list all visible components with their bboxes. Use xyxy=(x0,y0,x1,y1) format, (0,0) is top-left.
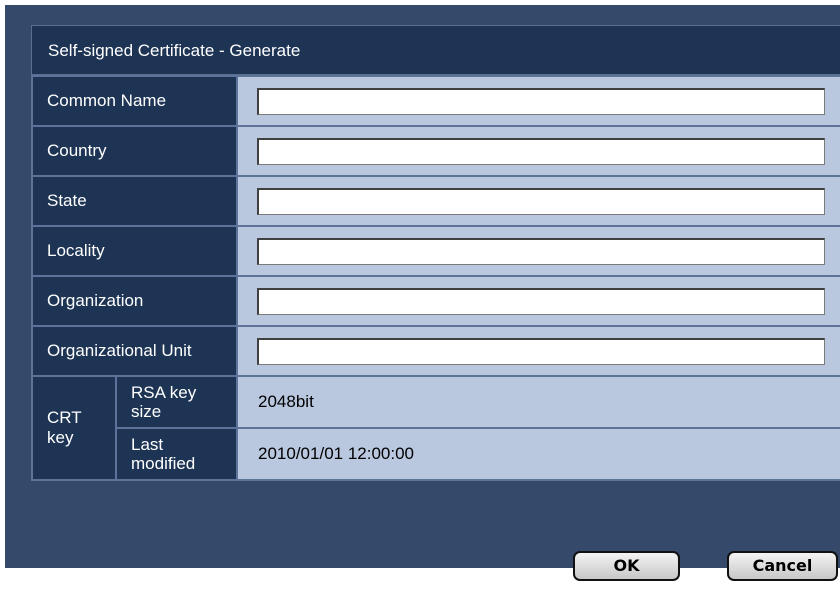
ok-button[interactable]: OK xyxy=(573,551,680,581)
organization-input[interactable] xyxy=(257,287,826,315)
crt-key-label-line1: CRT xyxy=(47,408,82,427)
organizational-unit-label: Organizational Unit xyxy=(30,325,239,377)
locality-cell xyxy=(236,225,840,277)
organizational-unit-cell xyxy=(236,325,840,377)
last-modified-value: 2010/01/01 12:00:00 xyxy=(236,427,840,481)
rsa-key-size-label-line2: size xyxy=(131,402,162,421)
rsa-key-size-label-line1: RSA key xyxy=(131,383,197,402)
common-name-cell xyxy=(236,75,840,127)
country-input[interactable] xyxy=(257,137,826,165)
last-modified-label-line2: modified xyxy=(131,454,196,473)
country-label: Country xyxy=(30,125,239,177)
form-row-state: State xyxy=(30,175,840,227)
organization-cell xyxy=(236,275,840,327)
last-modified-label: Last modified xyxy=(114,427,239,481)
cancel-button[interactable]: Cancel xyxy=(727,551,838,581)
form-row-organizational-unit: Organizational Unit xyxy=(30,325,840,377)
dialog-title: Self-signed Certificate - Generate xyxy=(31,25,840,75)
crt-key-label: CRT key xyxy=(31,375,117,481)
locality-input[interactable] xyxy=(257,237,826,265)
common-name-label: Common Name xyxy=(30,75,239,127)
rsa-key-size-label: RSA key size xyxy=(114,375,239,429)
form-row-common-name: Common Name xyxy=(30,75,840,127)
common-name-input[interactable] xyxy=(257,87,826,115)
form-row-rsa-key-size: CRT key RSA key size 2048bit xyxy=(31,375,840,481)
form-row-locality: Locality xyxy=(30,225,840,277)
page-background: Self-signed Certificate - Generate Commo… xyxy=(5,5,840,581)
locality-label: Locality xyxy=(30,225,239,277)
crt-key-label-line2: key xyxy=(47,428,74,447)
organizational-unit-input[interactable] xyxy=(257,337,826,365)
certificate-form: Common Name Country State Locality Organ… xyxy=(30,75,840,481)
certificate-dialog: Self-signed Certificate - Generate Commo… xyxy=(30,25,840,581)
form-row-country: Country xyxy=(30,125,840,177)
dialog-footer: OK Cancel xyxy=(31,549,840,589)
organization-label: Organization xyxy=(30,275,239,327)
country-cell xyxy=(236,125,840,177)
rsa-key-size-value: 2048bit xyxy=(236,375,840,429)
last-modified-label-line1: Last xyxy=(131,435,164,454)
form-row-organization: Organization xyxy=(30,275,840,327)
state-input[interactable] xyxy=(257,187,826,215)
state-label: State xyxy=(30,175,239,227)
form-row-last-modified: Last modified 2010/01/01 12:00:00 xyxy=(32,427,840,481)
state-cell xyxy=(236,175,840,227)
